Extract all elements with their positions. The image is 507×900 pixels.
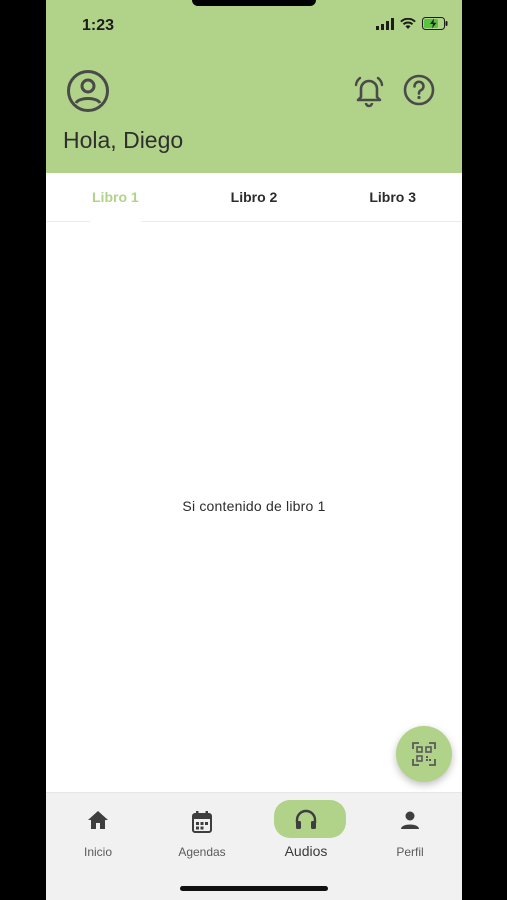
- status-time: 1:23: [82, 17, 115, 34]
- tab-libro-2[interactable]: Libro 2: [185, 173, 324, 221]
- nav-label-audios: Audios: [284, 843, 328, 859]
- help-icon: [403, 74, 435, 106]
- phone-screen: 1:23 Hola, Diego Libro 1 Libro 2 Libro 3…: [46, 0, 462, 900]
- help-button[interactable]: [403, 74, 435, 106]
- bottom-navigation: Inicio Agendas Audios Perfil: [46, 792, 462, 900]
- wifi-icon: [400, 17, 416, 29]
- device-notch: [192, 0, 316, 6]
- nav-item-inicio[interactable]: Inicio: [46, 793, 150, 873]
- nav-item-agendas[interactable]: Agendas: [150, 793, 254, 873]
- bell-icon: [354, 76, 384, 108]
- tab-libro-3[interactable]: Libro 3: [323, 173, 462, 221]
- greeting-title: Hola, Diego: [63, 127, 184, 153]
- home-icon: [88, 811, 108, 829]
- qr-scan-icon: [412, 742, 436, 766]
- status-icons: [376, 17, 448, 30]
- home-indicator: [180, 886, 328, 891]
- calendar-icon: [192, 811, 212, 833]
- battery-charging-icon: [422, 17, 448, 30]
- nav-label-inicio: Inicio: [83, 845, 112, 859]
- notifications-button[interactable]: [352, 74, 386, 108]
- tab-libro-1[interactable]: Libro 1: [46, 173, 185, 222]
- account-circle-icon: [67, 70, 109, 112]
- account-button[interactable]: [66, 69, 110, 113]
- book-tabs: Libro 1 Libro 2 Libro 3: [46, 173, 462, 222]
- person-icon: [401, 811, 419, 829]
- nav-label-perfil: Perfil: [396, 845, 424, 859]
- app-header: 1:23 Hola, Diego: [46, 0, 462, 173]
- signal-icon: [376, 17, 394, 30]
- nav-item-perfil[interactable]: Perfil: [358, 793, 462, 873]
- tab-content-text: Si contenido de libro 1: [182, 498, 326, 514]
- headphones-icon: [295, 809, 317, 829]
- nav-label-agendas: Agendas: [178, 845, 226, 859]
- nav-item-audios[interactable]: Audios: [254, 793, 358, 873]
- qr-scan-button[interactable]: [396, 726, 452, 782]
